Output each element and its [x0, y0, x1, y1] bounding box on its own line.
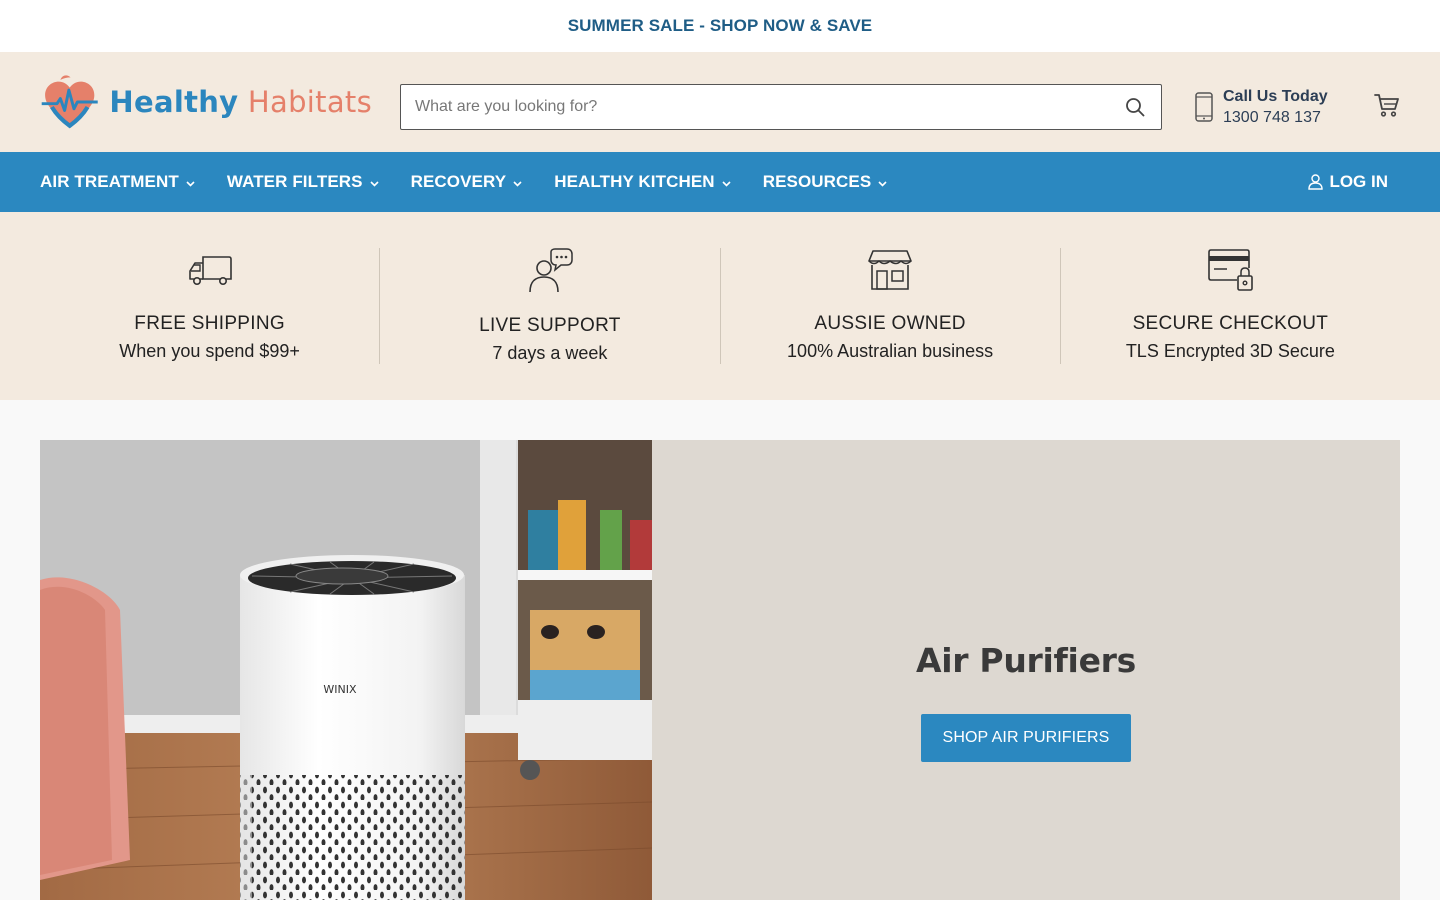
- search-bar: [400, 84, 1162, 130]
- hero-product-image[interactable]: WINIX: [40, 440, 652, 900]
- truck-icon: [188, 256, 232, 285]
- search-input[interactable]: [401, 85, 1109, 129]
- call-us-label: Call Us Today: [1223, 88, 1328, 105]
- feature-title: FREE SHIPPING: [134, 313, 285, 334]
- feature-subtitle: When you spend $99+: [119, 341, 300, 361]
- logo-text: Healthy Habitats: [109, 85, 372, 119]
- logo-text-healthy: Healthy: [109, 85, 239, 119]
- feature-live-support: LIVE SUPPORT 7 days a week: [380, 248, 721, 364]
- nav-item-label: HEALTHY KITCHEN: [554, 172, 715, 191]
- nav-item-healthy-kitchen[interactable]: HEALTHY KITCHEN: [554, 172, 731, 192]
- hero-content: Air Purifiers SHOP AIR PURIFIERS: [652, 440, 1400, 900]
- support-chat-icon: [529, 248, 573, 293]
- user-icon: [1308, 174, 1324, 190]
- logo[interactable]: Healthy Habitats: [40, 70, 372, 134]
- nav-item-label: WATER FILTERS: [226, 172, 363, 191]
- feature-subtitle: TLS Encrypted 3D Secure: [1125, 341, 1335, 361]
- nav-item-label: AIR TREATMENT: [40, 172, 179, 191]
- hero-title: Air Purifiers: [916, 640, 1136, 680]
- announcement-link[interactable]: SUMMER SALE - SHOP NOW & SAVE: [568, 16, 873, 36]
- cart-icon: [1374, 94, 1399, 117]
- chevron-down-icon: [722, 172, 731, 192]
- nav-item-label: RECOVERY: [410, 172, 507, 191]
- nav-item-recovery[interactable]: RECOVERY: [411, 172, 523, 192]
- chevron-down-icon: [878, 172, 887, 192]
- chevron-down-icon: [370, 172, 379, 192]
- product-brand-text: WINIX: [323, 683, 357, 696]
- call-us-phone[interactable]: 1300 748 137: [1223, 107, 1328, 128]
- hero-banner: WINIX Air Purifiers SHOP AIR PURIFIERS: [40, 440, 1400, 900]
- phone-icon: [1195, 92, 1213, 122]
- cart-button[interactable]: [1374, 92, 1400, 118]
- logo-heart-icon: [41, 75, 98, 129]
- search-button[interactable]: [1109, 85, 1161, 129]
- storefront-icon: [868, 250, 912, 290]
- secure-card-icon: [1208, 249, 1254, 291]
- nav-item-resources[interactable]: RESOURCES: [763, 172, 888, 192]
- call-us[interactable]: Call Us Today 1300 748 137: [1194, 86, 1328, 128]
- feature-subtitle: 100% Australian business: [787, 341, 994, 361]
- feature-secure-checkout: SECURE CHECKOUT TLS Encrypted 3D Secure: [1061, 248, 1400, 364]
- nav-item-label: RESOURCES: [762, 172, 872, 191]
- site-header: Healthy Habitats Call Us Today 1300 748 …: [0, 52, 1440, 152]
- feature-title: SECURE CHECKOUT: [1132, 313, 1329, 334]
- main-nav: AIR TREATMENT WATER FILTERS RECOVERY HEA…: [0, 152, 1440, 212]
- search-icon: [1126, 98, 1145, 117]
- feature-free-shipping: FREE SHIPPING When you spend $99+: [40, 248, 381, 364]
- login-link[interactable]: LOG IN: [1308, 152, 1388, 212]
- announcement-bar: SUMMER SALE - SHOP NOW & SAVE: [0, 0, 1440, 52]
- feature-title: AUSSIE OWNED: [814, 313, 966, 334]
- shop-air-purifiers-button[interactable]: SHOP AIR PURIFIERS: [920, 713, 1132, 762]
- nav-item-water-filters[interactable]: WATER FILTERS: [227, 172, 379, 192]
- nav-item-air-treatment[interactable]: AIR TREATMENT: [40, 172, 195, 192]
- chevron-down-icon: [513, 172, 522, 192]
- features-bar: FREE SHIPPING When you spend $99+ LIVE S…: [0, 212, 1440, 400]
- login-label: LOG IN: [1329, 172, 1388, 191]
- logo-text-habitats: Habitats: [247, 85, 372, 119]
- chevron-down-icon: [186, 172, 195, 192]
- feature-title: LIVE SUPPORT: [479, 315, 621, 336]
- air-purifier-image: WINIX: [40, 440, 652, 900]
- feature-aussie-owned: AUSSIE OWNED 100% Australian business: [721, 248, 1061, 364]
- feature-subtitle: 7 days a week: [492, 343, 608, 363]
